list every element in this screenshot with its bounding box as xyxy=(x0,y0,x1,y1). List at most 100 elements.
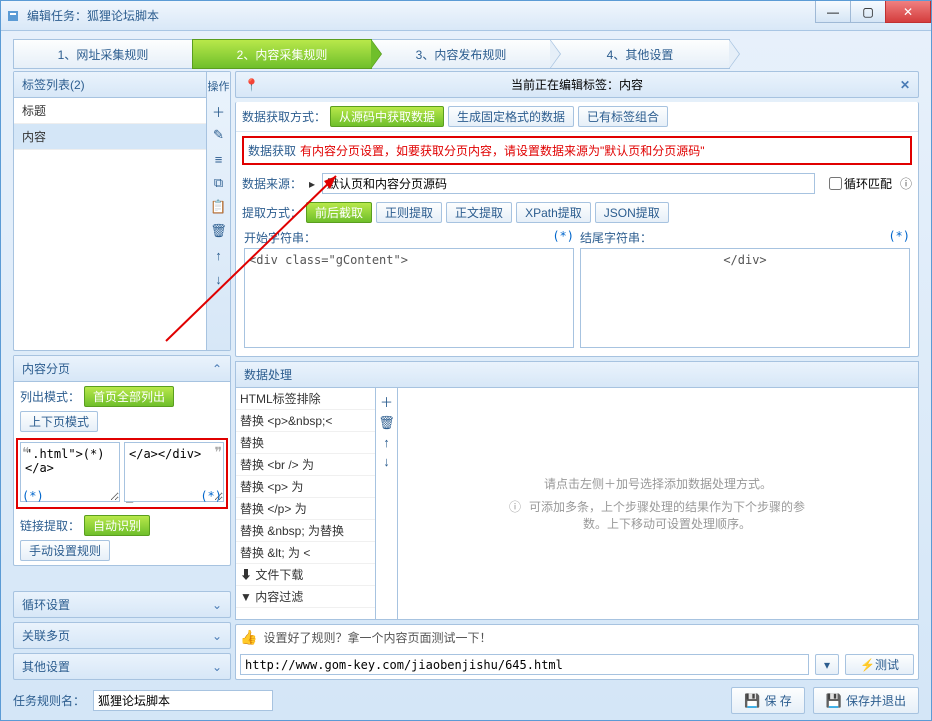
loop-panel-header[interactable]: 循环设置⌄ xyxy=(13,591,231,618)
proc-item[interactable]: 替换 <p>&nbsp;< xyxy=(236,410,375,432)
extract-body-button[interactable]: 正文提取 xyxy=(446,202,512,223)
test-label: 设置好了规则？拿一个内容页面测试一下！ xyxy=(263,629,491,646)
fetch-panel: 数据获取方式： 从源码中获取数据 生成固定格式的数据 已有标签组合 数据获取 有… xyxy=(235,102,919,357)
test-panel: 👍 设置好了规则？拿一个内容页面测试一下！ ▾ ⚡ 测试 xyxy=(235,624,919,680)
batch-icon[interactable]: ≡ xyxy=(210,150,228,168)
edit-tag-icon[interactable]: ✎ xyxy=(210,126,228,144)
paging-warning: 有内容分页设置，如要获取分页内容，请设置数据来源为"默认页和分页源码" xyxy=(300,142,705,159)
save-exit-button[interactable]: 💾 保存并退出 xyxy=(813,687,919,714)
dropdown-arrow-icon[interactable]: ▸ xyxy=(306,177,318,191)
proc-item[interactable]: HTML标签排除 xyxy=(236,388,375,410)
extract-xpath-button[interactable]: XPath提取 xyxy=(516,202,591,223)
expand-icon: ⌄ xyxy=(212,660,222,674)
test-url-input[interactable] xyxy=(240,654,809,675)
fixed-format-button[interactable]: 生成固定格式的数据 xyxy=(448,106,574,127)
rule-name-label: 任务规则名： xyxy=(13,692,85,709)
add-proc-icon[interactable]: ＋ xyxy=(380,392,393,411)
tab-url-rules[interactable]: 1、网址采集规则 xyxy=(13,39,193,69)
list-mode-label: 列出模式： xyxy=(20,388,80,405)
tab-publish-rules[interactable]: 3、内容发布规则 xyxy=(371,39,551,69)
move-up-icon[interactable]: ↑ xyxy=(210,246,228,264)
main-window: 编辑任务：狐狸论坛脚本 — ▢ ✕ 1、网址采集规则 2、内容采集规则 3、内容… xyxy=(0,0,932,721)
processing-list[interactable]: HTML标签排除 替换 <p>&nbsp;< 替换 替换 <br /> 为 替换… xyxy=(236,388,376,619)
data-fetch-label: 数据获取 xyxy=(248,142,296,159)
proc-up-icon[interactable]: ↑ xyxy=(383,435,390,450)
wildcard-marker[interactable]: (*) xyxy=(552,229,574,246)
extract-regex-button[interactable]: 正则提取 xyxy=(376,202,442,223)
close-button[interactable]: ✕ xyxy=(885,1,931,23)
info-icon[interactable]: ⓘ xyxy=(900,175,912,192)
wildcard-marker[interactable]: (*) xyxy=(888,229,910,246)
maximize-button[interactable]: ▢ xyxy=(850,1,886,23)
paging-header: 内容分页 xyxy=(22,360,70,377)
window-title: 编辑任务：狐狸论坛脚本 xyxy=(27,7,159,24)
save-button[interactable]: 💾 保 存 xyxy=(731,687,805,714)
app-icon xyxy=(5,8,21,24)
data-source-label: 数据来源： xyxy=(242,175,302,192)
link-extract-label: 链接提取： xyxy=(20,517,80,534)
loop-match-checkbox[interactable]: 循环匹配 xyxy=(829,175,892,192)
taglist-ops: 操作 ＋ ✎ ≡ ⧉ 📋 🗑 ↑ ↓ xyxy=(206,72,230,350)
delete-proc-icon[interactable]: 🗑 xyxy=(378,415,395,431)
end-string-input[interactable]: </div> xyxy=(580,248,910,348)
pin-icon[interactable]: 📍 xyxy=(244,78,259,92)
footer: 任务规则名： 💾 保 存 💾 保存并退出 xyxy=(13,687,919,714)
tab-content-rules[interactable]: 2、内容采集规则 xyxy=(192,39,372,69)
proc-item[interactable]: 替换 &nbsp; 为替换 xyxy=(236,520,375,542)
proc-item[interactable]: ▼ 内容过滤 xyxy=(236,586,375,608)
thumbs-up-icon: 👍 xyxy=(240,629,257,646)
taglist-header: 标签列表(2) xyxy=(14,72,206,98)
manual-rule-button[interactable]: 手动设置规则 xyxy=(20,540,110,561)
list-all-button[interactable]: 首页全部列出 xyxy=(84,386,174,407)
extract-beforeafter-button[interactable]: 前后截取 xyxy=(306,202,372,223)
start-string-label: 开始字符串： xyxy=(244,229,316,246)
paging-pattern-box: ❝ ".html">(*) </a> (*) ❞ </a></div> _ (*… xyxy=(16,438,228,509)
wildcard-marker: (*) xyxy=(22,489,44,503)
proc-item[interactable]: 替换 &lt; 为 < xyxy=(236,542,375,564)
from-source-button[interactable]: 从源码中获取数据 xyxy=(330,106,444,127)
add-tag-icon[interactable]: ＋ xyxy=(210,102,228,120)
multipage-panel-header[interactable]: 关联多页⌄ xyxy=(13,622,231,649)
tag-item-content[interactable]: 内容 xyxy=(14,124,206,150)
url-dropdown-button[interactable]: ▾ xyxy=(815,654,839,675)
data-source-select[interactable] xyxy=(322,173,815,194)
step-tabs: 1、网址采集规则 2、内容采集规则 3、内容发布规则 4、其他设置 xyxy=(13,39,919,69)
processing-panel: 数据处理 HTML标签排除 替换 <p>&nbsp;< 替换 替换 <br />… xyxy=(235,361,919,620)
editing-header: 📍 当前正在编辑标签：内容 ✕ xyxy=(235,71,919,98)
extract-method-label: 提取方式： xyxy=(242,204,302,221)
paging-panel: 内容分页 ⌃ 列出模式： 首页全部列出 上下页模式 ❝ ".html">(*) <… xyxy=(13,355,231,566)
processing-hint: 请点击左侧＋加号选择添加数据处理方式。 ⓘ可添加多条，上个步骤处理的结果作为下个… xyxy=(398,388,918,619)
processing-header: 数据处理 xyxy=(244,366,292,383)
tag-combo-button[interactable]: 已有标签组合 xyxy=(578,106,668,127)
proc-down-icon[interactable]: ↓ xyxy=(383,454,390,469)
other-panel-header[interactable]: 其他设置⌄ xyxy=(13,653,231,680)
prev-next-button[interactable]: 上下页模式 xyxy=(20,411,98,432)
proc-item[interactable]: 替换 </p> 为 xyxy=(236,498,375,520)
start-string-input[interactable]: <div class="gContent"> xyxy=(244,248,574,348)
tag-item-title[interactable]: 标题 xyxy=(14,98,206,124)
dash-marker: _ xyxy=(126,489,133,503)
close-editor-icon[interactable]: ✕ xyxy=(900,78,910,92)
minimize-button[interactable]: — xyxy=(815,1,851,23)
quote-icon: ❝ xyxy=(22,444,30,461)
proc-item[interactable]: 替换 <br /> 为 xyxy=(236,454,375,476)
proc-item[interactable]: ⬇ 文件下载 xyxy=(236,564,375,586)
quote-icon: ❞ xyxy=(214,444,222,461)
proc-item[interactable]: 替换 <p> 为 xyxy=(236,476,375,498)
fetch-method-label: 数据获取方式： xyxy=(242,108,326,125)
tab-other-settings[interactable]: 4、其他设置 xyxy=(550,39,730,69)
ops-header: 操作 xyxy=(208,76,230,96)
rule-name-input[interactable] xyxy=(93,690,273,711)
taglist-panel: 标签列表(2) 标题 内容 操作 ＋ ✎ ≡ ⧉ 📋 🗑 ↑ ↓ xyxy=(13,71,231,351)
collapse-icon[interactable]: ⌃ xyxy=(212,362,222,376)
move-down-icon[interactable]: ↓ xyxy=(210,270,228,288)
test-button[interactable]: ⚡ 测试 xyxy=(845,654,914,675)
paste-icon[interactable]: 📋 xyxy=(210,198,228,216)
titlebar: 编辑任务：狐狸论坛脚本 — ▢ ✕ xyxy=(1,1,931,31)
auto-detect-button[interactable]: 自动识别 xyxy=(84,515,150,536)
extract-json-button[interactable]: JSON提取 xyxy=(595,202,669,223)
proc-item[interactable]: 替换 xyxy=(236,432,375,454)
delete-icon[interactable]: 🗑 xyxy=(210,222,228,240)
expand-icon: ⌄ xyxy=(212,598,222,612)
copy-icon[interactable]: ⧉ xyxy=(210,174,228,192)
